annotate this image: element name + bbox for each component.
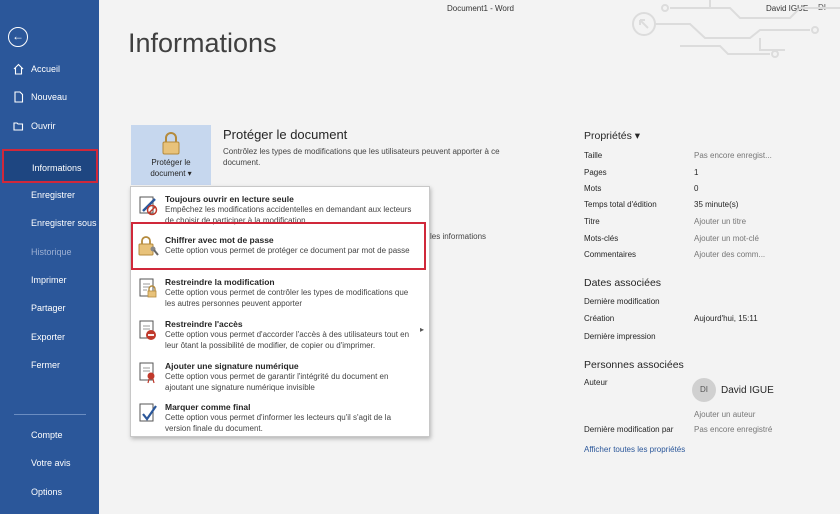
folder-open-icon [13, 122, 24, 131]
menu-item-restrict-access[interactable]: Restreindre l'accès Cette option vous pe… [131, 315, 429, 357]
sidebar-item-label: Fermer [31, 360, 60, 370]
sidebar-item-votre-avis[interactable]: Votre avis [0, 452, 99, 474]
property-key: Pages [584, 168, 607, 177]
mark-final-icon [139, 403, 157, 422]
sidebar-item-label: Imprimer [31, 275, 67, 285]
lock-icon [162, 132, 180, 155]
sidebar-item-label: Nouveau [31, 92, 68, 102]
sidebar-item-compte[interactable]: Compte [0, 424, 99, 446]
property-key: Mots [584, 184, 602, 193]
sidebar-item-label: Votre avis [31, 458, 71, 468]
menu-item-description: Cette option vous permet de garantir l'i… [165, 372, 389, 392]
property-key: Temps total d'édition [584, 200, 657, 209]
menu-item-description: Cette option vous permet d'accorder l'ac… [165, 330, 410, 350]
sidebar-item-ouvrir[interactable]: Ouvrir [0, 115, 99, 137]
menu-item-title: Toujours ouvrir en lecture seule [165, 194, 294, 204]
last-modified-by-value: Pas encore enregistré [694, 425, 773, 434]
property-comments-field[interactable]: Ajouter des comm... [694, 250, 765, 259]
show-all-properties-link[interactable]: Afficher toutes les propriétés [584, 445, 685, 454]
property-key: Commentaires [584, 250, 637, 259]
sidebar-item-historique: Historique [0, 241, 99, 263]
property-value: 0 [694, 184, 699, 193]
properties-title[interactable]: Propriétés ▾ [584, 130, 640, 142]
inspect-section-partial-text: les informations [430, 232, 487, 241]
backstage-sidebar: ← Accueil Nouveau Ouvrir Informations En… [0, 0, 99, 514]
menu-item-title: Restreindre l'accès [165, 319, 243, 329]
date-value: Aujourd'hui, 15:11 [694, 314, 758, 323]
sidebar-item-enregistrer-sous[interactable]: Enregistrer sous [0, 212, 99, 234]
restrict-access-icon [139, 320, 156, 340]
page-title: Informations [128, 28, 277, 58]
sidebar-item-label: Enregistrer [31, 190, 76, 200]
menu-item-description: Cette option vous permet de contrôler le… [165, 288, 409, 308]
sidebar-item-label: Historique [31, 247, 72, 257]
protect-button-label-line2: document ▾ [150, 169, 192, 178]
new-document-icon [14, 91, 24, 103]
protect-document-button[interactable]: Protéger le document ▾ [131, 125, 211, 185]
protect-section-description: Contrôlez les types de modifications que… [223, 147, 500, 167]
menu-item-title: Restreindre la modification [165, 277, 275, 287]
date-key: Création [584, 314, 615, 323]
sidebar-item-nouveau[interactable]: Nouveau [0, 86, 99, 108]
sidebar-item-imprimer[interactable]: Imprimer [0, 269, 99, 291]
sidebar-item-options[interactable]: Options [0, 481, 99, 503]
sidebar-divider [14, 414, 86, 415]
protect-section-title: Protéger le document [223, 127, 348, 142]
window-title: Document1 - Word [447, 4, 514, 13]
property-key: Taille [584, 151, 603, 160]
related-people-title: Personnes associées [584, 359, 684, 371]
property-key: Titre [584, 217, 600, 226]
sidebar-item-fermer[interactable]: Fermer [0, 354, 99, 376]
restrict-edit-icon [139, 278, 157, 298]
sidebar-item-label: Partager [31, 303, 66, 313]
property-title-field[interactable]: Ajouter un titre [694, 217, 746, 226]
menu-item-mark-final[interactable]: Marquer comme final Cette option vous pe… [131, 398, 429, 436]
sidebar-item-enregistrer[interactable]: Enregistrer [0, 184, 99, 206]
menu-item-restrict-editing[interactable]: Restreindre la modification Cette option… [131, 273, 429, 313]
sidebar-item-informations[interactable]: Informations [2, 149, 98, 183]
property-value: 1 [694, 168, 699, 177]
menu-item-title: Marquer comme final [165, 402, 251, 412]
highlight-annotation-encrypt [131, 222, 426, 270]
menu-item-digital-signature[interactable]: Ajouter une signature numérique Cette op… [131, 357, 429, 397]
back-arrow-icon[interactable]: ← [8, 27, 28, 47]
sidebar-item-label: Accueil [31, 64, 61, 74]
sidebar-item-label: Options [31, 487, 63, 497]
author-name[interactable]: David IGUE [721, 385, 774, 396]
property-key: Mots-clés [584, 234, 619, 243]
sidebar-item-label: Exporter [31, 332, 66, 342]
menu-item-title: Ajouter une signature numérique [165, 361, 299, 371]
date-key: Dernière impression [584, 332, 656, 341]
home-icon [13, 63, 24, 75]
property-keywords-field[interactable]: Ajouter un mot-clé [694, 234, 759, 243]
sidebar-item-label: Informations [32, 163, 82, 173]
read-only-icon [139, 196, 158, 216]
sidebar-item-label: Enregistrer sous [31, 218, 97, 228]
author-label: Auteur [584, 378, 608, 387]
sidebar-item-accueil[interactable]: Accueil [0, 58, 99, 80]
sidebar-item-exporter[interactable]: Exporter [0, 326, 99, 348]
add-author-field[interactable]: Ajouter un auteur [694, 410, 755, 419]
signature-icon [139, 362, 155, 384]
related-dates-title: Dates associées [584, 277, 662, 289]
avatar: DI [692, 378, 716, 402]
property-value: Pas encore enregist... [694, 151, 772, 160]
last-modified-by-label: Dernière modification par [584, 425, 674, 434]
menu-item-description: Cette option vous permet d'informer les … [165, 413, 392, 433]
circuit-decoration [632, 0, 840, 58]
date-key: Dernière modification [584, 297, 660, 306]
property-value: 35 minute(s) [694, 200, 739, 209]
protect-button-label-line1: Protéger le [151, 158, 191, 167]
sidebar-item-label: Compte [31, 430, 63, 440]
sidebar-item-label: Ouvrir [31, 121, 56, 131]
sidebar-item-partager[interactable]: Partager [0, 297, 99, 319]
chevron-right-icon: ▸ [419, 325, 424, 334]
